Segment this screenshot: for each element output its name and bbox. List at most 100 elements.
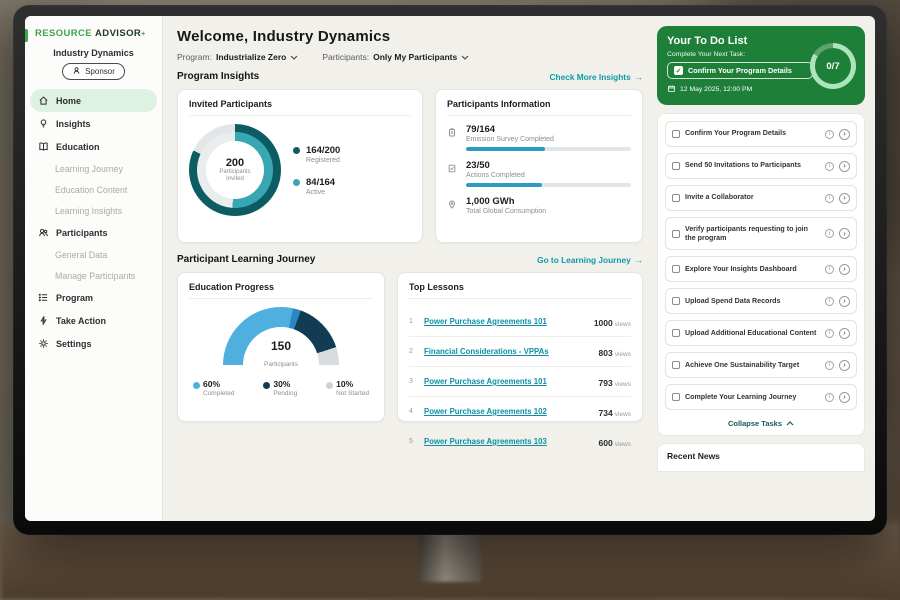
org-name: Industry Dynamics bbox=[25, 48, 162, 58]
chevron-right-icon[interactable]: › bbox=[839, 296, 850, 307]
chevron-right-icon[interactable]: › bbox=[839, 228, 850, 239]
progress-bar bbox=[466, 183, 631, 187]
sidebar: RESOURCE ADVISOR+ Industry Dynamics Spon… bbox=[25, 16, 163, 521]
lesson-link[interactable]: Power Purchase Agreements 101 bbox=[424, 317, 588, 326]
sidebar-item-insights[interactable]: Insights bbox=[25, 112, 162, 135]
todo-task-row[interactable]: Invite a Collaborator i › bbox=[665, 185, 857, 211]
sidebar-item-settings[interactable]: Settings bbox=[25, 332, 162, 355]
sidebar-item-education[interactable]: Education bbox=[25, 135, 162, 158]
legend-dot bbox=[263, 382, 270, 389]
participants-label: Participants: bbox=[322, 52, 369, 62]
sidebar-item-home[interactable]: Home bbox=[30, 89, 157, 112]
location-pin-icon bbox=[447, 196, 458, 219]
task-label: Send 50 Invitations to Participants bbox=[685, 161, 820, 170]
sidebar-item-learning-insights[interactable]: Learning Insights bbox=[25, 200, 162, 221]
lesson-row[interactable]: 3 Power Purchase Agreements 101 793views bbox=[409, 367, 631, 397]
survey-icon bbox=[447, 124, 458, 151]
program-insights-section-header: Program Insights Check More Insights → bbox=[177, 71, 643, 82]
chevron-right-icon[interactable]: › bbox=[839, 392, 850, 403]
lesson-link[interactable]: Power Purchase Agreements 101 bbox=[424, 377, 593, 386]
task-checkbox[interactable] bbox=[672, 162, 680, 170]
chevron-right-icon[interactable]: › bbox=[839, 264, 850, 275]
metric-value: 23/50 bbox=[466, 160, 631, 171]
card-title: Education Progress bbox=[189, 282, 373, 299]
info-icon: i bbox=[825, 297, 834, 306]
sidebar-item-learning-journey[interactable]: Learning Journey bbox=[25, 158, 162, 179]
legend-item-pending: 30% Pending bbox=[263, 379, 297, 397]
lesson-row[interactable]: 1 Power Purchase Agreements 101 1000view… bbox=[409, 307, 631, 337]
actions-icon bbox=[447, 160, 458, 187]
task-label: Complete Your Learning Journey bbox=[685, 393, 820, 402]
check-more-insights-link[interactable]: Check More Insights → bbox=[550, 72, 643, 82]
task-checkbox[interactable] bbox=[672, 329, 680, 337]
chevron-right-icon[interactable]: › bbox=[839, 328, 850, 339]
task-label: Verify participants requesting to join t… bbox=[685, 225, 820, 243]
lesson-row[interactable]: 4 Power Purchase Agreements 102 734views bbox=[409, 397, 631, 427]
sidebar-item-take-action[interactable]: Take Action bbox=[25, 309, 162, 332]
lesson-link[interactable]: Power Purchase Agreements 102 bbox=[424, 407, 593, 416]
invited-participants-donut-chart: 200 Participants Invited bbox=[189, 124, 281, 216]
todo-task-row[interactable]: Upload Spend Data Records i › bbox=[665, 288, 857, 314]
chevron-right-icon[interactable]: › bbox=[839, 360, 850, 371]
todo-task-row[interactable]: Explore Your Insights Dashboard i › bbox=[665, 256, 857, 282]
arrow-right-icon: → bbox=[635, 72, 643, 82]
sidebar-item-participants[interactable]: Participants bbox=[25, 221, 162, 244]
task-checkbox[interactable] bbox=[672, 297, 680, 305]
logo-text-primary: RESOURCE bbox=[35, 28, 92, 39]
top-lessons-card: Top Lessons 1 Power Purchase Agreements … bbox=[397, 272, 643, 422]
lesson-views: 600views bbox=[599, 433, 631, 451]
program-select[interactable]: Program: Industrialize Zero bbox=[177, 52, 298, 62]
task-checkbox[interactable] bbox=[672, 230, 680, 238]
todo-task-row[interactable]: Confirm Your Program Details i › bbox=[665, 121, 857, 147]
gauge-legend: 60% Completed 30% Pending 10% Not Starte… bbox=[189, 379, 373, 397]
lesson-link[interactable]: Financial Considerations - VPPAs bbox=[424, 347, 593, 356]
chevron-right-icon[interactable]: › bbox=[839, 161, 850, 172]
metric-row: 23/50 Actions Completed bbox=[447, 160, 631, 187]
chevron-right-icon[interactable]: › bbox=[839, 193, 850, 204]
lesson-rank: 5 bbox=[409, 438, 418, 445]
progress-bar bbox=[466, 147, 631, 151]
education-progress-card: Education Progress 150 Participants 60 bbox=[177, 272, 385, 422]
chevron-right-icon[interactable]: › bbox=[839, 129, 850, 140]
collapse-tasks-link[interactable]: Collapse Tasks bbox=[665, 416, 857, 432]
lesson-link[interactable]: Power Purchase Agreements 103 bbox=[424, 437, 593, 446]
sidebar-item-label: Insights bbox=[56, 119, 91, 129]
todo-task-row[interactable]: Upload Additional Educational Content i … bbox=[665, 320, 857, 346]
monitor-stand bbox=[419, 527, 481, 582]
task-checkbox[interactable] bbox=[672, 265, 680, 273]
task-checkbox[interactable] bbox=[672, 361, 680, 369]
task-checkbox[interactable] bbox=[672, 130, 680, 138]
donut-center-label: Participants Invited bbox=[212, 169, 258, 184]
lesson-rank: 2 bbox=[409, 348, 418, 355]
go-to-learning-journey-link[interactable]: Go to Learning Journey → bbox=[537, 255, 643, 265]
metric-label: Total Global Consumption bbox=[466, 208, 631, 215]
program-insights-cards: Invited Participants 200 Participants In… bbox=[177, 89, 643, 243]
program-value: Industrialize Zero bbox=[216, 52, 286, 62]
metric-row: 79/164 Emission Survey Completed bbox=[447, 124, 631, 151]
participants-select[interactable]: Participants: Only My Participants bbox=[322, 52, 469, 62]
lesson-row[interactable]: 5 Power Purchase Agreements 103 600views bbox=[409, 427, 631, 456]
app-window: RESOURCE ADVISOR+ Industry Dynamics Spon… bbox=[25, 16, 875, 521]
sidebar-item-manage-participants[interactable]: Manage Participants bbox=[25, 265, 162, 286]
task-checkbox[interactable] bbox=[672, 393, 680, 401]
sidebar-item-general-data[interactable]: General Data bbox=[25, 244, 162, 265]
invited-participants-chart-row: 200 Participants Invited 164/200 Registe bbox=[189, 124, 411, 216]
legend-label: Pending bbox=[273, 390, 297, 397]
lesson-rank: 1 bbox=[409, 318, 418, 325]
legend-dot bbox=[293, 179, 300, 186]
sponsor-badge[interactable]: Sponsor bbox=[62, 63, 125, 80]
sidebar-item-education-content[interactable]: Education Content bbox=[25, 179, 162, 200]
card-title: Invited Participants bbox=[189, 99, 411, 116]
todo-task-row[interactable]: Verify participants requesting to join t… bbox=[665, 217, 857, 250]
next-task-button[interactable]: ✓ Confirm Your Program Details bbox=[667, 62, 813, 79]
lesson-row[interactable]: 2 Financial Considerations - VPPAs 803vi… bbox=[409, 337, 631, 367]
chevron-up-icon bbox=[786, 419, 794, 428]
sidebar-item-program[interactable]: Program bbox=[25, 286, 162, 309]
task-checkbox[interactable] bbox=[672, 194, 680, 202]
recent-news-header[interactable]: Recent News bbox=[657, 443, 865, 472]
todo-task-row[interactable]: Complete Your Learning Journey i › bbox=[665, 384, 857, 410]
legend-label: Registered bbox=[306, 157, 340, 164]
participants-value: Only My Participants bbox=[373, 52, 457, 62]
todo-task-row[interactable]: Achieve One Sustainability Target i › bbox=[665, 352, 857, 378]
todo-task-row[interactable]: Send 50 Invitations to Participants i › bbox=[665, 153, 857, 179]
